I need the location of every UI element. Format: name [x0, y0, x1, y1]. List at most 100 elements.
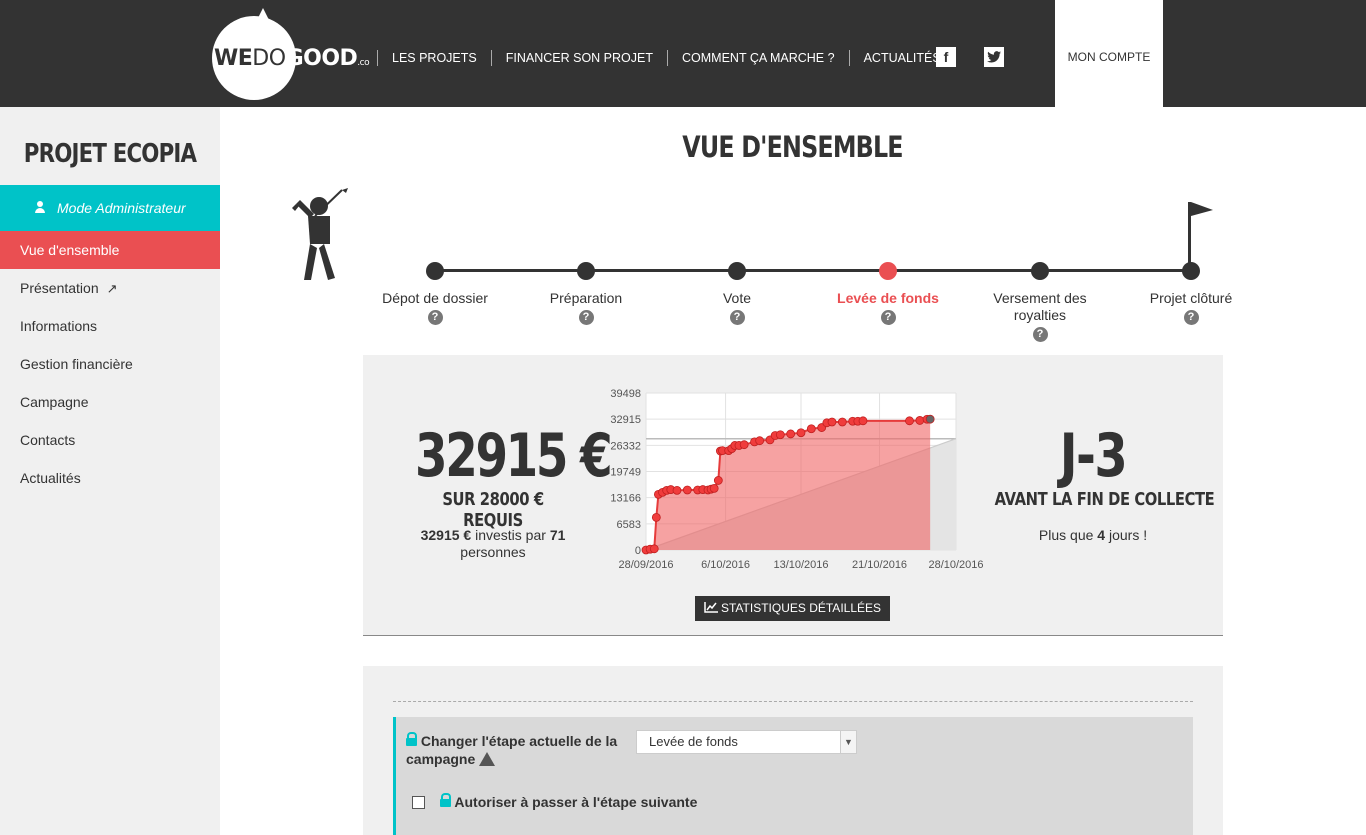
- line-chart-icon: [704, 602, 718, 613]
- page-title: VUE D'ENSEMBLE: [682, 130, 903, 164]
- logo-text: WEDOGOOD.co: [214, 46, 370, 71]
- step-dot: [426, 262, 444, 280]
- step-dot: [728, 262, 746, 280]
- sidebar-item-overview[interactable]: Vue d'ensemble: [0, 231, 220, 269]
- data-point: [709, 483, 719, 493]
- raised-amount: 32915 €: [415, 421, 613, 491]
- step-label: Versement des royalties: [993, 290, 1087, 323]
- data-point: [806, 424, 816, 434]
- y-tick-label: 0: [635, 545, 641, 557]
- settings-panel: Changer l'étape actuelle de la campagne …: [363, 666, 1223, 835]
- help-icon[interactable]: ?: [578, 310, 594, 325]
- sidebar-item-financial-management[interactable]: Gestion financière: [0, 345, 220, 383]
- allow-next-step-text: Autoriser à passer à l'étape suivante: [454, 794, 698, 810]
- top-navigation-bar: WEDOGOOD.co LES PROJETS FINANCER SON PRO…: [0, 0, 1366, 107]
- investors-suffix: personnes: [460, 544, 526, 560]
- step-preparation: Préparation ?: [516, 262, 656, 325]
- data-point: [713, 476, 723, 485]
- help-icon[interactable]: ?: [1032, 327, 1048, 342]
- data-point: [837, 417, 847, 427]
- twitter-icon[interactable]: [984, 47, 1004, 67]
- data-point: [796, 428, 806, 438]
- step-vote: Vote ?: [667, 262, 807, 325]
- sidebar-item-informations[interactable]: Informations: [0, 307, 220, 345]
- step-dot: [577, 262, 595, 280]
- required-amount: SUR 28000 € REQUIS: [442, 489, 544, 531]
- stats-panel: 32915 € SUR 28000 € REQUIS 32915 € inves…: [363, 355, 1223, 636]
- sidebar-item-presentation[interactable]: Présentation ↗: [0, 269, 220, 307]
- invested-amount: 32915 €: [420, 527, 472, 543]
- step-label: Projet clôturé: [1149, 290, 1233, 306]
- detailed-statistics-button[interactable]: STATISTIQUES DÉTAILLÉES: [695, 596, 890, 621]
- step-select[interactable]: Levée de fonds ▼: [636, 730, 857, 754]
- sidebar-item-contacts[interactable]: Contacts: [0, 421, 220, 459]
- step-dot: [1182, 262, 1200, 280]
- chevron-down-icon: ▼: [840, 731, 856, 753]
- unlock-icon: [440, 793, 451, 807]
- data-point: [651, 513, 661, 522]
- data-point: [786, 429, 796, 439]
- data-point: [827, 417, 837, 427]
- step-deposit: Dépot de dossier ?: [365, 262, 505, 325]
- y-tick-label: 26332: [610, 440, 641, 452]
- facebook-icon[interactable]: f: [936, 47, 956, 67]
- days-remaining: J-3: [1059, 421, 1128, 491]
- help-icon[interactable]: ?: [1183, 310, 1199, 325]
- step-royalties: Versement des royalties ?: [970, 262, 1110, 342]
- main-nav: LES PROJETS FINANCER SON PROJET COMMENT …: [377, 50, 955, 66]
- help-icon[interactable]: ?: [427, 310, 443, 325]
- sidebar-item-label: Présentation: [20, 280, 99, 296]
- step-label: Vote: [722, 290, 752, 306]
- x-tick-label: 28/10/2016: [928, 559, 983, 571]
- x-tick-label: 21/10/2016: [852, 559, 907, 571]
- data-point: [915, 416, 925, 425]
- my-account-button[interactable]: MON COMPTE: [1055, 0, 1163, 107]
- days-left-prefix: Plus que: [1038, 527, 1098, 543]
- data-point: [775, 430, 785, 440]
- x-tick-label: 13/10/2016: [773, 559, 828, 571]
- divider: [393, 701, 1193, 702]
- campaign-step-settings: Changer l'étape actuelle de la campagne …: [393, 717, 1193, 835]
- step-dot: [1031, 262, 1049, 280]
- logo-crown: [256, 8, 270, 22]
- detailed-statistics-label: STATISTIQUES DÉTAILLÉES: [720, 601, 882, 615]
- days-remaining-caption: AVANT LA FIN DE COLLECTE: [994, 489, 1215, 510]
- admin-mode-label: Mode Administrateur: [57, 200, 186, 216]
- warning-icon[interactable]: [479, 752, 496, 766]
- allow-next-step-checkbox[interactable]: [412, 796, 425, 809]
- y-tick-label: 39498: [610, 388, 641, 400]
- data-point: [755, 436, 765, 446]
- step-label: Levée de fonds: [837, 290, 939, 306]
- nav-how-it-works[interactable]: COMMENT ÇA MARCHE ?: [667, 50, 849, 66]
- unlock-icon: [406, 732, 417, 746]
- days-left-text: Plus que 4 jours !: [993, 527, 1193, 543]
- step-closed: Projet clôturé ?: [1121, 262, 1261, 325]
- data-point: [925, 414, 935, 424]
- user-icon: [35, 201, 45, 213]
- y-tick-label: 13166: [610, 493, 641, 505]
- sidebar-item-news[interactable]: Actualités: [0, 459, 220, 497]
- help-icon[interactable]: ?: [880, 310, 896, 325]
- data-point: [682, 485, 692, 495]
- data-point: [858, 416, 868, 426]
- y-tick-label: 19749: [610, 467, 641, 479]
- sidebar-item-campaign[interactable]: Campagne: [0, 383, 220, 421]
- data-point: [739, 440, 749, 450]
- sidebar: PROJET ECOPIA Mode Administrateur Vue d'…: [0, 107, 220, 835]
- nav-finance-project[interactable]: FINANCER SON PROJET: [490, 50, 667, 66]
- step-label: Préparation: [549, 290, 623, 306]
- investors-summary: 32915 € investis par 71 personnes: [408, 527, 578, 561]
- help-icon[interactable]: ?: [729, 310, 745, 325]
- data-point: [905, 416, 914, 426]
- step-fundraising: Levée de fonds ?: [818, 262, 958, 325]
- admin-mode-banner[interactable]: Mode Administrateur: [0, 185, 220, 231]
- investors-count: 71: [549, 527, 566, 543]
- sidebar-menu: Vue d'ensemble Présentation ↗ Information…: [0, 231, 220, 497]
- days-left-value: 4: [1097, 527, 1106, 543]
- wedogood-logo[interactable]: WEDOGOOD.co: [212, 8, 370, 100]
- step-label: Dépot de dossier: [382, 290, 488, 306]
- nav-projects[interactable]: LES PROJETS: [377, 50, 491, 66]
- project-title: PROJET ECOPIA: [23, 139, 197, 169]
- x-tick-label: 28/09/2016: [618, 559, 673, 571]
- step-select-value: Levée de fonds: [649, 734, 738, 749]
